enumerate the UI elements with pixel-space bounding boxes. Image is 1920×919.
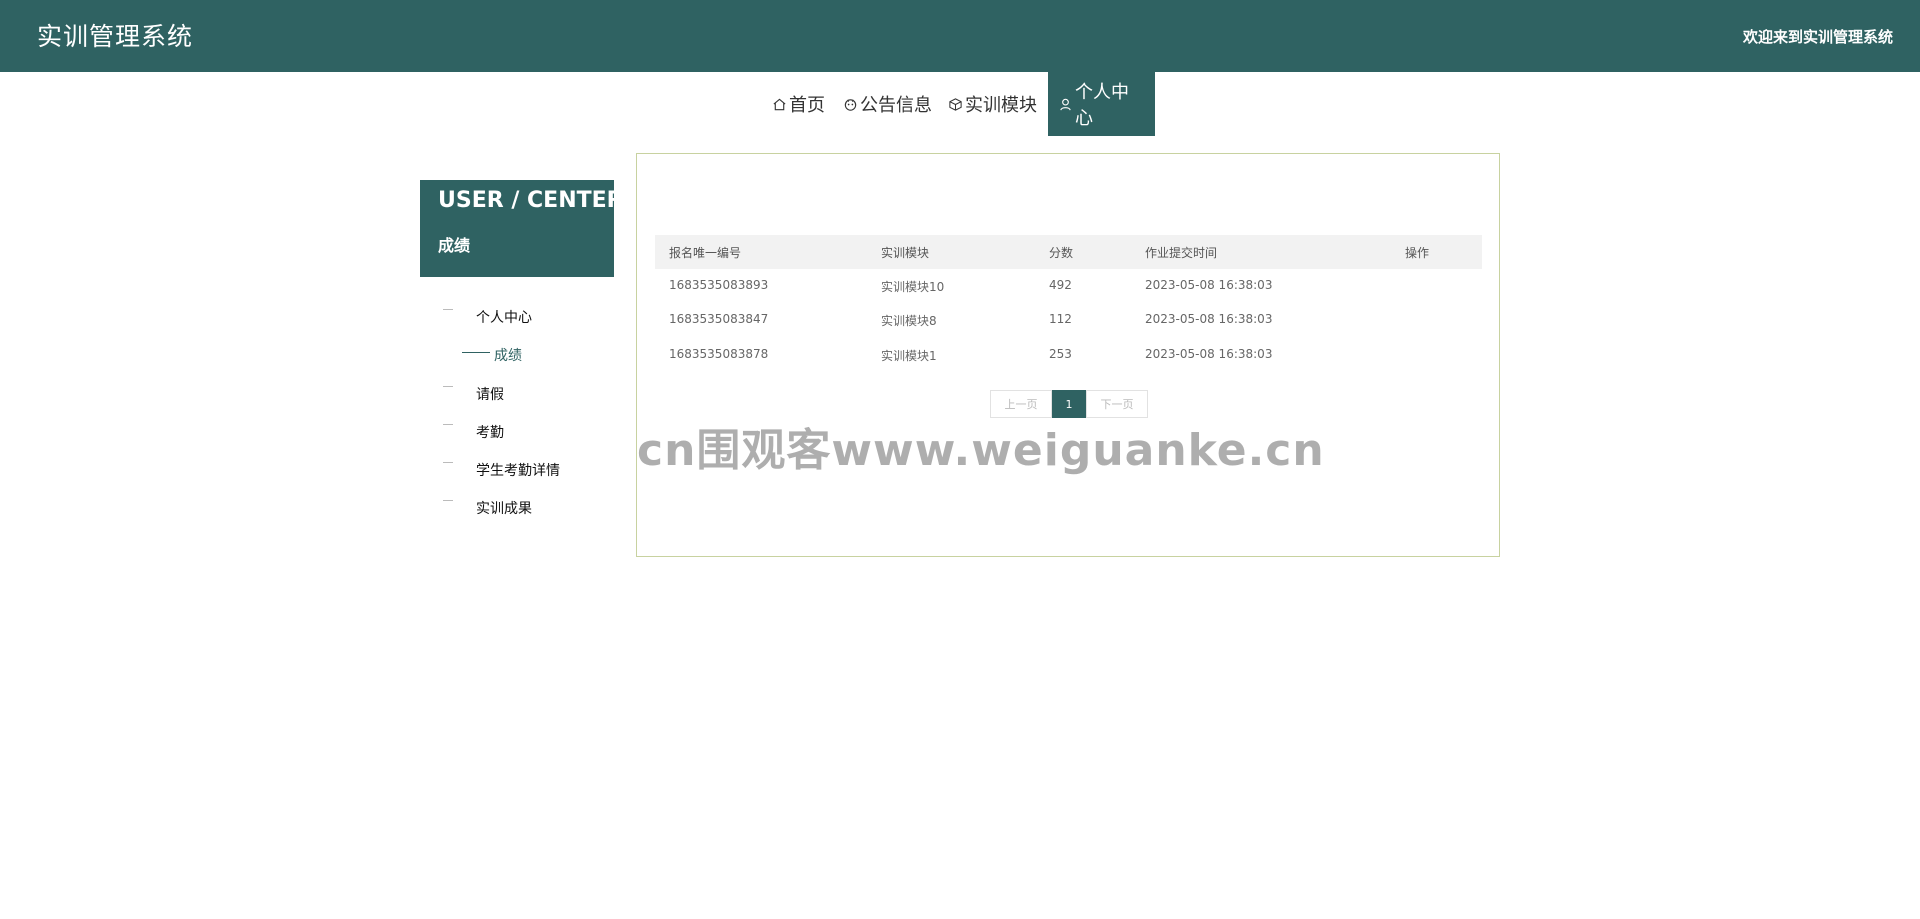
cell-time: 2023-05-08 16:38:03 [1145, 278, 1273, 292]
cell-id: 1683535083878 [669, 347, 769, 361]
cell-module: 实训模块10 [881, 280, 945, 294]
cell-id: 1683535083893 [669, 278, 769, 292]
nav-notice-label: 公告信息 [860, 95, 932, 116]
cell-module: 实训模块8 [881, 314, 937, 328]
sidebar-item-personal-center[interactable]: 个人中心 [420, 303, 614, 329]
sidebar-subtitle: 成绩 [438, 236, 471, 255]
cell-score: 112 [1049, 312, 1072, 326]
box-icon [948, 97, 963, 112]
cell-score: 253 [1049, 347, 1072, 361]
column-header: 操作 [1405, 246, 1430, 260]
sidebar-item-label: 成绩 [494, 348, 522, 364]
cell-time: 2023-05-08 16:38:03 [1145, 312, 1273, 326]
sidebar-item-label: 个人中心 [476, 310, 532, 326]
dash-icon [443, 462, 453, 463]
sidebar-title: USER / CENTER [438, 188, 624, 213]
dash-icon [443, 386, 453, 387]
column-header: 实训模块 [881, 246, 930, 260]
table-header: 报名唯一编号 实训模块 分数 作业提交时间 操作 [655, 235, 1482, 269]
table-row: 1683535083893 实训模块10 492 2023-05-08 16:3… [655, 269, 1482, 303]
cell-module: 实训模块1 [881, 349, 937, 363]
nav-home[interactable]: 首页 [772, 72, 825, 136]
nav-notice[interactable]: 公告信息 [843, 72, 932, 136]
sidebar-item-attendance-detail[interactable]: 学生考勤详情 [420, 456, 614, 482]
sidebar-item-grades[interactable]: 成绩 [420, 341, 614, 367]
nav-home-label: 首页 [789, 95, 825, 116]
column-header: 分数 [1049, 246, 1074, 260]
home-icon [772, 97, 787, 112]
cell-time: 2023-05-08 16:38:03 [1145, 347, 1273, 361]
nav-user-center-label: 个人中心 [1075, 82, 1129, 129]
cell-score: 492 [1049, 278, 1072, 292]
sidebar-item-label: 请假 [476, 387, 504, 403]
welcome-text: 欢迎来到实训管理系统 [1742, 28, 1893, 46]
sidebar-item-label: 实训成果 [476, 501, 532, 517]
nav-module[interactable]: 实训模块 [948, 72, 1037, 136]
table-row: 1683535083847 实训模块8 112 2023-05-08 16:38… [655, 303, 1482, 337]
nav-user-center[interactable]: 个人中心 [1048, 72, 1155, 136]
sidebar-item-training-results[interactable]: 实训成果 [420, 494, 614, 520]
sidebar-item-leave[interactable]: 请假 [420, 380, 614, 406]
sidebar-item-label: 学生考勤详情 [476, 463, 560, 479]
top-header: 实训管理系统 欢迎来到实训管理系统 [0, 0, 1920, 72]
dash-icon [443, 424, 453, 425]
cell-id: 1683535083847 [669, 312, 769, 326]
dash-icon [443, 500, 453, 501]
sidebar-header: USER / CENTER 成绩 [420, 180, 624, 277]
active-line-icon [462, 352, 490, 353]
app-title: 实训管理系统 [37, 22, 194, 51]
column-header: 作业提交时间 [1145, 246, 1218, 260]
grades-panel: 报名唯一编号 实训模块 分数 作业提交时间 操作 1683535083893 实… [636, 153, 1500, 557]
sidebar-item-attendance[interactable]: 考勤 [420, 418, 614, 444]
watermark: cn围观客www.weiguanke.cn [637, 425, 1325, 476]
column-header: 报名唯一编号 [669, 246, 742, 260]
sidebar-item-label: 考勤 [476, 425, 504, 441]
user-icon [1058, 97, 1073, 112]
nav-module-label: 实训模块 [965, 95, 1037, 116]
notice-icon [843, 97, 858, 112]
table-row: 1683535083878 实训模块1 253 2023-05-08 16:38… [655, 338, 1482, 372]
dash-icon [443, 309, 453, 310]
main-nav: 首页 公告信息 实训模块 个人中心 [0, 72, 1920, 136]
